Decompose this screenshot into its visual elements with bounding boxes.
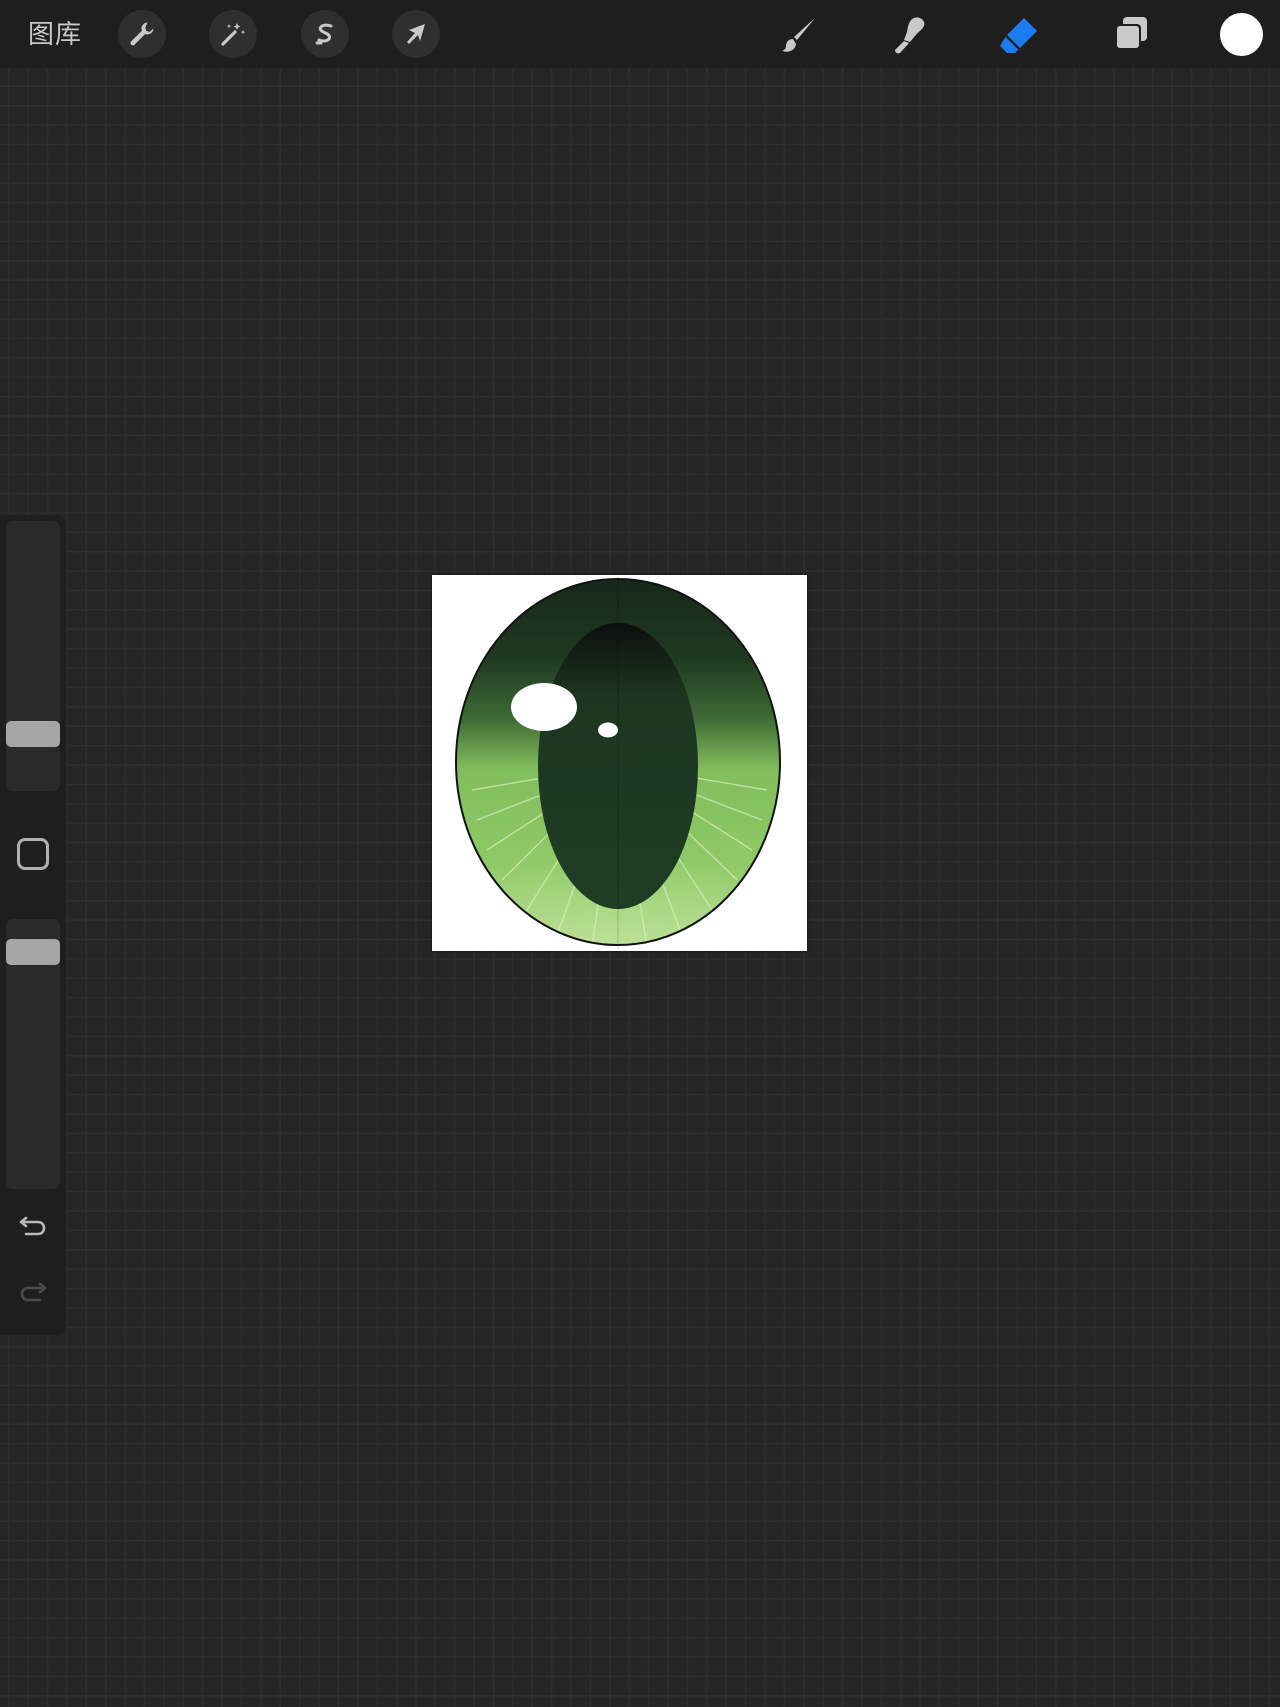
color-picker-button[interactable] — [1220, 13, 1263, 56]
eraser-tool[interactable] — [996, 12, 1042, 58]
redo-icon — [20, 1282, 47, 1302]
brush-tool[interactable] — [777, 12, 823, 58]
brush-size-slider[interactable] — [6, 521, 60, 791]
opacity-thumb[interactable] — [6, 938, 60, 965]
brush-icon — [782, 18, 815, 52]
selection-s-icon — [315, 23, 333, 45]
smudge-tool[interactable] — [886, 12, 932, 58]
redo-button[interactable] — [17, 1275, 49, 1307]
smudge-icon — [895, 17, 925, 54]
cat-eye-artwork — [455, 577, 781, 949]
transform-button[interactable] — [392, 10, 440, 58]
actions-button[interactable] — [118, 10, 166, 58]
selection-button[interactable] — [301, 10, 349, 58]
drawing-canvas[interactable] — [432, 575, 807, 951]
arrow-cursor-icon — [407, 24, 425, 44]
procreate-app: 图库 — [0, 0, 1280, 1707]
sidebar — [0, 515, 66, 1335]
magic-wand-icon — [221, 23, 246, 46]
brush-size-thumb[interactable] — [6, 721, 60, 748]
undo-button[interactable] — [17, 1209, 49, 1241]
layers-tool[interactable] — [1108, 12, 1154, 58]
layers-icon — [1115, 17, 1147, 50]
modify-button[interactable] — [17, 838, 49, 870]
adjustments-button[interactable] — [209, 10, 257, 58]
undo-icon — [19, 1216, 46, 1236]
gallery-button[interactable]: 图库 — [28, 17, 82, 51]
wrench-icon — [130, 22, 154, 46]
eraser-icon — [1000, 18, 1037, 53]
top-toolbar: 图库 — [0, 0, 1280, 68]
